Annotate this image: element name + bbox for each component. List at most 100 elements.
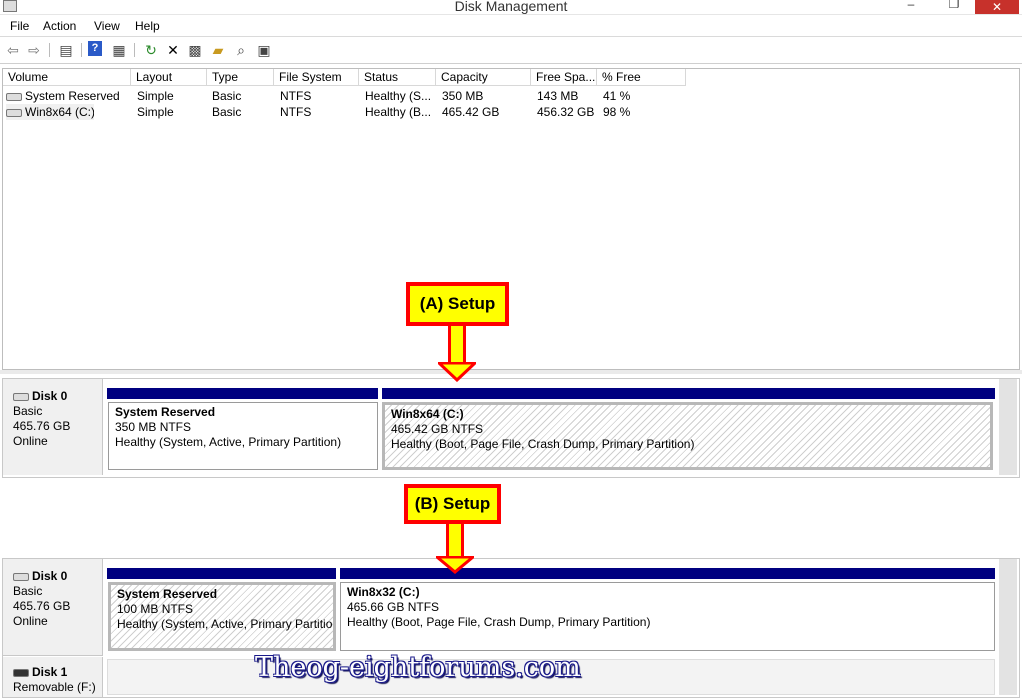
disk-name: Disk 0 bbox=[32, 569, 68, 583]
new-icon[interactable]: ▩ bbox=[186, 41, 204, 59]
arrow-a-head bbox=[438, 362, 476, 382]
type-cell: Basic bbox=[212, 89, 242, 103]
delete-icon[interactable]: ✕ bbox=[164, 41, 182, 59]
partition-label: Win8x64 (C:) bbox=[391, 407, 464, 421]
properties-icon[interactable]: ▦ bbox=[110, 41, 128, 59]
partition-status: Healthy (System, Active, Primary Partiti… bbox=[115, 435, 342, 449]
disk-panel-a: Disk 0 Basic 465.76 GB Online System Res… bbox=[2, 378, 1020, 478]
partition-size: 350 MB NTFS bbox=[115, 420, 192, 434]
free-space-cell: 143 MB bbox=[537, 89, 579, 103]
arrow-b-head bbox=[436, 556, 474, 574]
disk-info-1[interactable]: Disk 1 Removable (F:) bbox=[3, 657, 103, 697]
partition-label: Win8x32 (C:) bbox=[347, 585, 420, 599]
partition-bar bbox=[107, 388, 378, 399]
partition-c-drive[interactable]: Win8x32 (C:) 465.66 GB NTFS Healthy (Boo… bbox=[340, 582, 995, 651]
volume-name: Win8x64 (C:) bbox=[25, 105, 94, 119]
pane-splitter[interactable] bbox=[0, 370, 1022, 374]
layout-cell: Simple bbox=[137, 89, 174, 103]
column-header-volume[interactable]: Volume bbox=[3, 69, 131, 86]
vertical-scrollbar[interactable] bbox=[999, 379, 1017, 475]
forward-arrow-icon[interactable]: ⇨ bbox=[25, 41, 43, 59]
menu-help[interactable]: Help bbox=[135, 19, 160, 33]
free-space-cell: 456.32 GB bbox=[537, 105, 595, 119]
partition-status: Healthy (Boot, Page File, Crash Dump, Pr… bbox=[391, 437, 695, 451]
menu-view[interactable]: View bbox=[94, 19, 120, 33]
partition-label: System Reserved bbox=[117, 587, 218, 601]
callout-b: (B) Setup bbox=[404, 484, 501, 524]
search-icon[interactable]: ⌕ bbox=[232, 41, 250, 59]
settings-icon[interactable]: ▣ bbox=[255, 41, 273, 59]
partition-system-reserved[interactable]: System Reserved 100 MB NTFS Healthy (Sys… bbox=[108, 582, 336, 651]
percent-free-cell: 98 % bbox=[603, 105, 631, 119]
partition-status: Healthy (Boot, Page File, Crash Dump, Pr… bbox=[347, 615, 651, 629]
menu-action[interactable]: Action bbox=[43, 19, 76, 33]
layout-cell: Simple bbox=[137, 105, 174, 119]
disk-name: Disk 1 bbox=[32, 665, 68, 679]
file-system-cell: NTFS bbox=[280, 105, 312, 119]
toolbar-separator bbox=[49, 43, 50, 57]
partition-bar bbox=[107, 568, 336, 579]
volume-name: System Reserved bbox=[25, 89, 120, 103]
disk-info-a[interactable]: Disk 0 Basic 465.76 GB Online bbox=[3, 379, 103, 475]
column-header-percent-free[interactable]: % Free bbox=[597, 69, 686, 86]
minimize-button[interactable]: – bbox=[900, 0, 922, 13]
close-button[interactable]: ✕ bbox=[975, 0, 1019, 14]
maximize-button[interactable]: ❐ bbox=[943, 0, 965, 13]
vertical-scrollbar[interactable] bbox=[999, 559, 1017, 695]
disk-icon bbox=[13, 572, 29, 581]
partition-label: System Reserved bbox=[115, 405, 216, 419]
toolbar: ⇦ ⇨ ▤ ? ▦ ↻ ✕ ▩ ▰ ⌕ ▣ bbox=[0, 37, 1022, 64]
file-system-cell: NTFS bbox=[280, 89, 312, 103]
partition-size: 100 MB NTFS bbox=[117, 602, 194, 616]
window-title: Disk Management bbox=[454, 0, 568, 14]
disk-type: Basic bbox=[13, 584, 43, 598]
status-cell: Healthy (S... bbox=[365, 89, 432, 103]
column-header-layout[interactable]: Layout bbox=[131, 69, 207, 86]
open-folder-icon[interactable]: ▰ bbox=[209, 41, 227, 59]
volume-list: Volume Layout Type File System Status Ca… bbox=[2, 68, 1020, 370]
disk-type: Removable (F:) bbox=[13, 680, 96, 694]
disk-state: Online bbox=[13, 614, 48, 628]
disk-state: Online bbox=[13, 434, 48, 448]
partition-status: Healthy (System, Active, Primary Partiti… bbox=[117, 617, 336, 631]
column-header-capacity[interactable]: Capacity bbox=[436, 69, 531, 86]
toolbar-separator bbox=[81, 43, 82, 57]
callout-a: (A) Setup bbox=[406, 282, 509, 326]
table-row[interactable]: System Reserved bbox=[6, 88, 129, 104]
help-icon[interactable]: ? bbox=[88, 41, 102, 56]
arrow-b-shaft bbox=[446, 524, 464, 558]
disk-size: 465.76 GB bbox=[13, 599, 71, 613]
capacity-cell: 465.42 GB bbox=[442, 105, 500, 119]
column-header-status[interactable]: Status bbox=[359, 69, 436, 86]
type-cell: Basic bbox=[212, 105, 242, 119]
back-arrow-icon[interactable]: ⇦ bbox=[4, 41, 22, 59]
percent-free-cell: 41 % bbox=[603, 89, 631, 103]
toolbar-separator bbox=[134, 43, 135, 57]
disk-name: Disk 0 bbox=[32, 389, 68, 403]
partition-bar bbox=[382, 388, 995, 399]
arrow-a-shaft bbox=[448, 326, 466, 364]
capacity-cell: 350 MB bbox=[442, 89, 484, 103]
drive-icon bbox=[6, 108, 22, 117]
disk-type: Basic bbox=[13, 404, 43, 418]
menu-bar: File Action View Help bbox=[0, 16, 1022, 37]
disk-icon bbox=[13, 668, 29, 677]
table-row[interactable]: Win8x64 (C:) bbox=[6, 104, 94, 120]
disk-info-b[interactable]: Disk 0 Basic 465.76 GB Online bbox=[3, 559, 103, 656]
status-cell: Healthy (B... bbox=[365, 105, 432, 119]
drive-icon bbox=[6, 92, 22, 101]
partition-size: 465.42 GB NTFS bbox=[391, 422, 484, 436]
column-header-type[interactable]: Type bbox=[207, 69, 274, 86]
console-tree-icon[interactable]: ▤ bbox=[57, 41, 75, 59]
partition-size: 465.66 GB NTFS bbox=[347, 600, 440, 614]
column-header-free-space[interactable]: Free Spa... bbox=[531, 69, 597, 86]
disk-size: 465.76 GB bbox=[13, 419, 71, 433]
partition-c-drive[interactable]: Win8x64 (C:) 465.42 GB NTFS Healthy (Boo… bbox=[382, 402, 993, 470]
title-bar: Disk Management – ❐ ✕ bbox=[0, 0, 1022, 15]
partition-system-reserved[interactable]: System Reserved 350 MB NTFS Healthy (Sys… bbox=[108, 402, 378, 470]
disk-icon bbox=[13, 392, 29, 401]
menu-file[interactable]: File bbox=[10, 19, 29, 33]
column-header-file-system[interactable]: File System bbox=[274, 69, 359, 86]
refresh-icon[interactable]: ↻ bbox=[142, 41, 160, 59]
watermark: Theog-eightforums.com bbox=[255, 652, 581, 683]
